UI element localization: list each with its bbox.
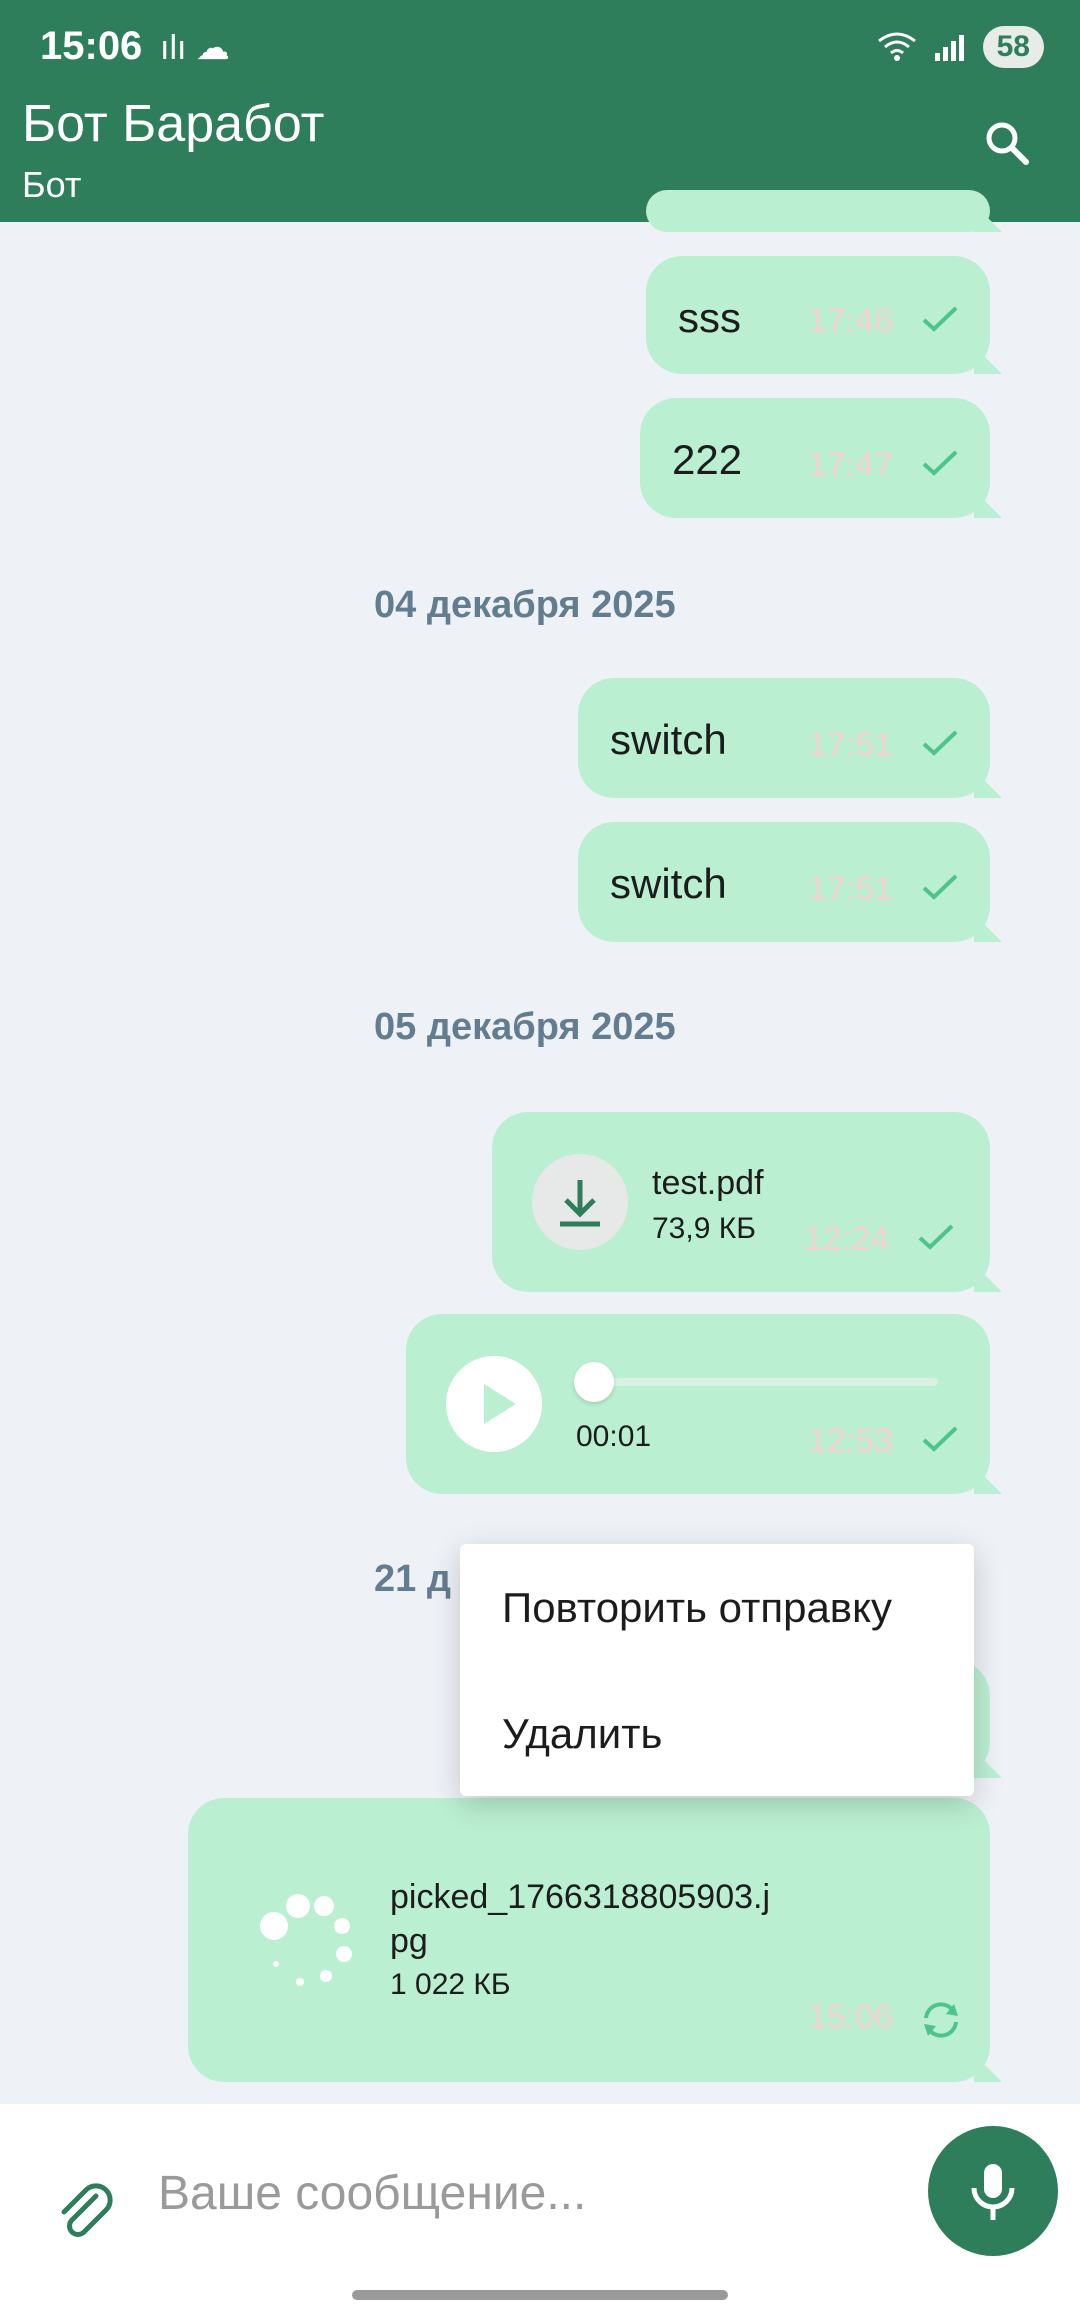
upload-message-bubble[interactable]: picked_1766318805903.j pg 1 022 КБ 15:06 — [188, 1798, 990, 2082]
file-download-button[interactable] — [532, 1154, 628, 1250]
date-separator: 05 декабря 2025 — [374, 1006, 676, 1048]
app-header: 15:06 ılı ☁ 58 Бот Баработ Бот — [0, 0, 1080, 222]
sent-check-icon — [918, 1224, 954, 1250]
sent-check-icon — [922, 1426, 958, 1452]
message-bubble-partial — [646, 190, 990, 232]
download-icon — [560, 1180, 600, 1227]
message-time: 12:24 — [804, 1220, 890, 1258]
date-separator: 21 д — [374, 1558, 451, 1600]
cloud-icon: ☁ — [195, 29, 230, 67]
message-bubble[interactable]: sss 17:46 — [646, 256, 990, 374]
notification-icons: ılı ☁ — [160, 28, 230, 68]
paperclip-icon[interactable] — [52, 2180, 118, 2246]
status-time: 15:06 — [40, 24, 143, 68]
message-bubble[interactable]: switch 17:51 — [578, 678, 990, 798]
mic-button[interactable] — [928, 2126, 1058, 2256]
context-menu: Повторить отправку Удалить — [460, 1544, 974, 1796]
retry-sync-icon[interactable] — [918, 2000, 964, 2040]
date-separator: 04 декабря 2025 — [374, 584, 676, 626]
audio-seek-handle[interactable] — [574, 1362, 614, 1402]
sent-check-icon — [922, 874, 958, 900]
audio-progress-track[interactable] — [576, 1378, 938, 1386]
audio-duration: 00:01 — [576, 1420, 652, 1453]
play-button[interactable] — [446, 1356, 542, 1452]
wifi-icon — [877, 32, 916, 61]
message-time: 12:53 — [808, 1422, 894, 1460]
status-right: 58 — [877, 26, 1044, 68]
play-icon — [484, 1384, 516, 1424]
upload-file-name-cont: pg — [390, 1922, 428, 1960]
upload-file-size: 1 022 КБ — [390, 1968, 511, 2001]
message-bubble[interactable]: 222 17:47 — [640, 398, 990, 518]
message-text: switch — [610, 716, 727, 763]
upload-file-name: picked_1766318805903.j — [390, 1878, 771, 1916]
message-bubble[interactable]: switch 17:51 — [578, 822, 990, 942]
message-time: 17:51 — [808, 870, 894, 908]
microphone-icon — [971, 2164, 1015, 2220]
message-text: sss — [678, 294, 741, 341]
search-icon[interactable] — [984, 120, 1030, 166]
audio-message-bubble[interactable]: 00:01 12:53 — [406, 1314, 990, 1494]
menu-item-retry[interactable]: Повторить отправку — [502, 1584, 892, 1632]
cell-signal-icon — [934, 35, 964, 61]
chat-title: Бот Баработ — [22, 95, 325, 153]
message-input[interactable] — [156, 2162, 900, 2224]
loading-spinner-icon — [260, 1894, 352, 1986]
message-time: 17:47 — [808, 446, 894, 484]
home-indicator[interactable] — [352, 2290, 728, 2300]
file-size: 73,9 КБ — [652, 1212, 756, 1245]
message-text: 222 — [672, 436, 743, 483]
file-name: test.pdf — [652, 1164, 764, 1202]
signal-bars-icon: ılı — [160, 29, 187, 67]
sent-check-icon — [922, 306, 958, 332]
message-time: 17:51 — [808, 726, 894, 764]
message-text: switch — [610, 860, 727, 907]
sent-check-icon — [922, 730, 958, 756]
message-time: 15:06 — [808, 1998, 894, 2036]
file-message-bubble[interactable]: test.pdf 73,9 КБ 12:24 — [492, 1112, 990, 1292]
battery-indicator: 58 — [982, 26, 1044, 68]
sent-check-icon — [922, 450, 958, 476]
menu-item-delete[interactable]: Удалить — [502, 1710, 662, 1758]
chat-subtitle: Бот — [22, 164, 82, 205]
message-time: 17:46 — [808, 302, 894, 340]
